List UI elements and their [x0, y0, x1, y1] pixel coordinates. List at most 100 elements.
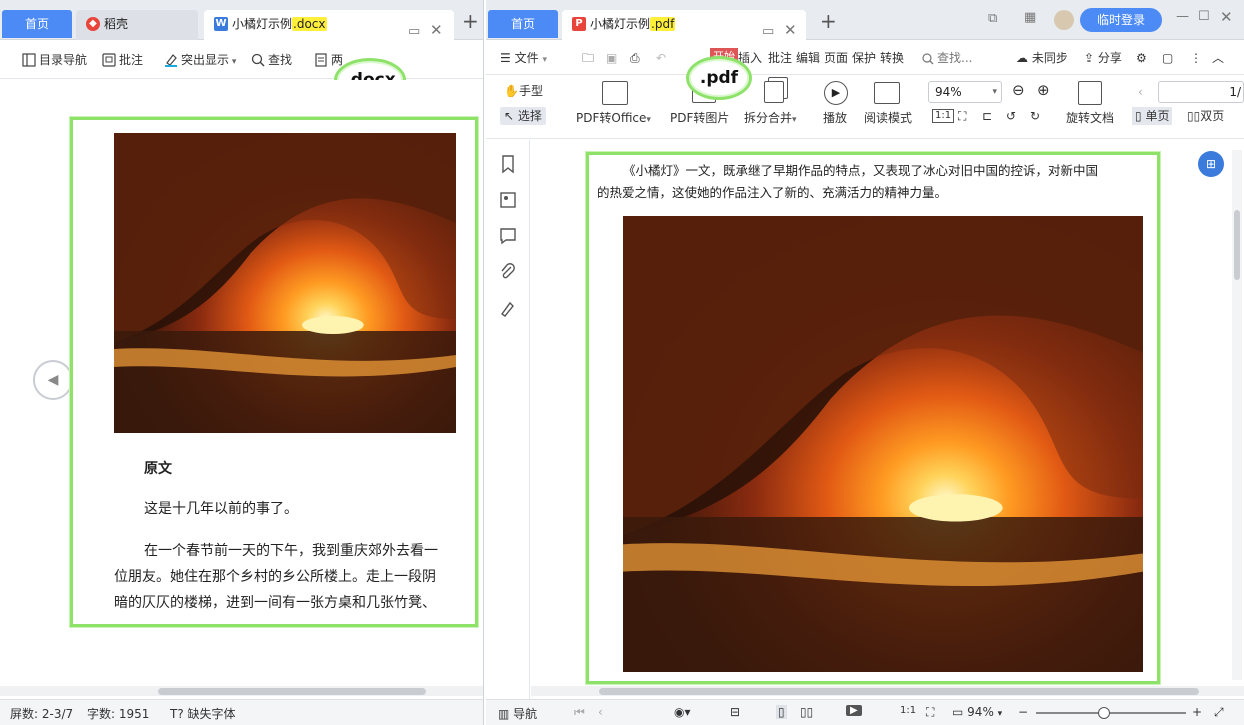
zoom-out-icon[interactable]: ⊖ [1012, 81, 1025, 99]
play-status-icon[interactable]: ▶ [846, 705, 862, 716]
prev-page-icon[interactable]: ‹ [598, 705, 603, 719]
screen-count: 屏数: 2-3/7 [10, 707, 74, 721]
reading-mode-button[interactable]: 阅读模式 [864, 109, 912, 127]
more-label: 两 [331, 53, 344, 67]
zoom-out-status-icon[interactable]: − [1018, 705, 1028, 719]
previous-page-arrow-icon[interactable]: ◀ [33, 360, 73, 400]
bookmark-icon[interactable] [498, 154, 518, 174]
open-folder-icon[interactable]: 🗀 [582, 49, 594, 67]
fit-width-status-icon[interactable]: ⊟ [730, 705, 740, 719]
fit-width-icon[interactable]: ⊏ [982, 107, 992, 125]
chevron-down-icon: ▾ [229, 57, 237, 67]
first-page-icon[interactable]: ⏮ [574, 705, 585, 720]
layout-one-icon[interactable]: ⧉ [988, 11, 997, 26]
gear-icon[interactable]: ⚙ [1136, 49, 1147, 67]
pdf-vertical-scrollbar[interactable] [1232, 150, 1242, 680]
new-tab-plus-icon-pdf[interactable]: + [820, 10, 837, 32]
toc-nav-button[interactable]: 目录导航 [22, 51, 87, 69]
sync-status-button[interactable]: ☁ 未同步 [1016, 49, 1068, 67]
close-tab-icon-pdf[interactable]: ✕ [784, 16, 797, 44]
tab-convert[interactable]: 转换 [880, 49, 904, 67]
tab-pdf-document[interactable]: P 小橘灯示例.pdf ▭ ✕ [562, 10, 806, 40]
share-button[interactable]: ⇪ 分享 [1084, 49, 1122, 67]
file-menu[interactable]: ☰ 文件 ▾ [500, 49, 547, 69]
undo-icon[interactable]: ↶ [656, 49, 666, 67]
print-icon[interactable]: ⎙ [630, 49, 640, 67]
avatar[interactable] [1054, 10, 1074, 30]
more-button[interactable]: 两 [314, 51, 343, 69]
pdf-to-image-button[interactable]: PDF转图片 [670, 109, 729, 127]
word-count[interactable]: 字数: 1951 [87, 705, 149, 722]
nav-pane-button[interactable]: ▥ 导航 [498, 705, 537, 722]
attachment-icon[interactable] [498, 262, 518, 282]
message-icon[interactable]: ▢ [1162, 49, 1173, 67]
new-tab-plus-icon[interactable]: + [462, 10, 479, 32]
zoom-slider-handle[interactable] [1098, 707, 1110, 719]
pdf-vscroll-thumb[interactable] [1234, 210, 1240, 280]
fit-page-status-icon[interactable]: ⛶ [926, 705, 934, 720]
tab-home-pdf[interactable]: 首页 [488, 10, 558, 38]
pdf-horizontal-scrollbar[interactable] [531, 686, 1244, 696]
prev-page-chevron-icon[interactable]: ‹ [1138, 83, 1143, 101]
comment-list-icon[interactable] [498, 226, 518, 246]
zoom-status-value: 94% [967, 705, 994, 719]
fit-page-icon[interactable]: ⛶ [958, 107, 966, 125]
tab-docx-document[interactable]: W 小橘灯示例.docx ▭ ✕ [204, 10, 454, 40]
double-page-status-icon[interactable]: ▯▯ [800, 705, 813, 719]
zoom-in-status-icon[interactable]: + [1192, 705, 1202, 719]
zoom-in-icon[interactable]: ⊕ [1037, 81, 1050, 99]
tab-daoke[interactable]: ◆ 稻壳 [76, 10, 198, 40]
tab-home[interactable]: 首页 [2, 10, 72, 38]
left-scroll-thumb[interactable] [158, 688, 426, 695]
pdf-to-office-button[interactable]: PDF转Office▾ [576, 109, 651, 129]
rotate-left-icon[interactable]: ↺ [1006, 107, 1016, 125]
missing-font-button[interactable]: T? 缺失字体 [170, 705, 236, 722]
rotate-document-button[interactable]: 旋转文档 [1066, 109, 1114, 127]
save-icon[interactable]: ▣ [606, 49, 617, 67]
fullscreen-icon[interactable]: ⤢ [1214, 705, 1224, 720]
hand-tool-button[interactable]: ✋手型 [504, 82, 543, 100]
toc-nav-label: 目录导航 [39, 53, 88, 67]
grid-apps-icon[interactable]: ▦ [1024, 10, 1036, 25]
double-page-button[interactable]: ▯▯双页 [1187, 107, 1224, 125]
wave-sunset-image [114, 133, 456, 433]
rotate-right-icon[interactable]: ↻ [1030, 107, 1040, 125]
maximize-icon[interactable]: ☐ [1198, 9, 1210, 24]
find-button[interactable]: 查找 [251, 51, 292, 69]
single-page-label: 单页 [1145, 109, 1170, 123]
tab-protect[interactable]: 保护 [852, 49, 876, 67]
highlight-button[interactable]: 突出显示 ▾ [164, 51, 236, 71]
search-input[interactable]: 查找... [922, 49, 972, 67]
collapse-ribbon-icon[interactable]: ︿ [1212, 49, 1224, 67]
close-window-icon[interactable]: ✕ [1220, 8, 1233, 26]
actual-size-status-icon[interactable]: 1:1 [900, 705, 916, 716]
close-tab-icon[interactable]: ✕ [430, 16, 443, 44]
pdf-hscroll-thumb[interactable] [599, 688, 1199, 695]
eye-protection-icon[interactable]: ◉▾ [674, 705, 691, 719]
more-options-icon[interactable]: ⋮ [1190, 49, 1202, 67]
single-page-button[interactable]: ▯ 单页 [1132, 107, 1173, 125]
missing-font-label: 缺失字体 [187, 707, 236, 721]
tab-page[interactable]: 页面 [824, 49, 848, 67]
play-button[interactable]: 播放 [823, 109, 847, 127]
docx-heading: 原文 [144, 461, 172, 477]
thumbnail-icon[interactable] [498, 190, 518, 210]
play-icon: ▶ [824, 81, 848, 105]
select-tool-button[interactable]: ↖ 选择 [500, 107, 546, 125]
minimize-icon[interactable]: — [1176, 9, 1189, 24]
page-number-input[interactable]: 1/ [1158, 81, 1244, 103]
split-merge-button[interactable]: 拆分合并▾ [744, 109, 797, 129]
zoom-select[interactable]: 94% ▾ [928, 81, 1002, 103]
comment-button[interactable]: 批注 [102, 51, 143, 69]
temp-login-button[interactable]: 临时登录 [1080, 8, 1162, 32]
zoom-status-button[interactable]: ▭ 94% ▾ [952, 705, 1002, 719]
left-horizontal-scrollbar[interactable] [0, 686, 483, 696]
tab-comment[interactable]: 批注 [768, 49, 792, 67]
tab-daoke-label: 稻壳 [104, 17, 129, 31]
single-page-status-icon[interactable]: ▯ [776, 705, 787, 719]
actual-size-icon[interactable]: 1:1 [932, 109, 955, 123]
signature-icon[interactable] [498, 298, 518, 318]
tab-edit[interactable]: 编辑 [796, 49, 820, 67]
floating-tool-icon[interactable]: ⊞ [1198, 151, 1224, 177]
zoom-slider-track[interactable] [1036, 707, 1186, 719]
